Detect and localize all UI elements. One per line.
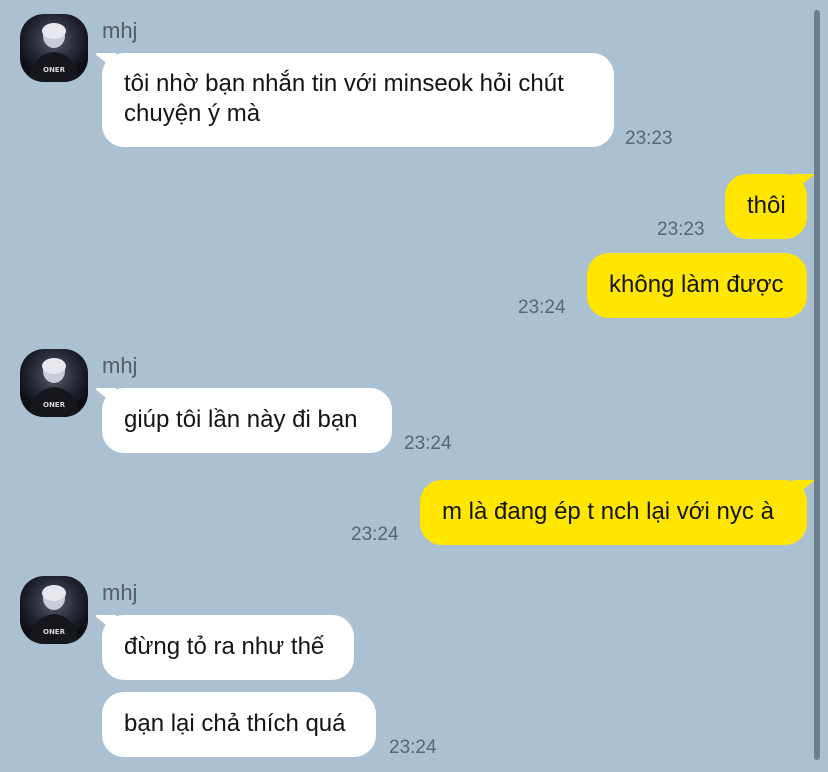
sender-name: mhj <box>102 353 138 378</box>
incoming-message[interactable]: giúp tôi lần này đi bạn <box>102 388 392 453</box>
avatar-caption: ONER <box>43 66 66 74</box>
profile-photo-icon: ONER <box>28 585 80 644</box>
incoming-message[interactable]: đừng tỏ ra như thế <box>102 615 354 680</box>
chat-room: ONER mhj tôi nhờ bạn nhắn tin với minseo… <box>0 0 828 772</box>
profile-photo-icon: ONER <box>28 358 80 417</box>
message-time: 23:24 <box>404 433 452 454</box>
scrollbar[interactable] <box>814 10 820 760</box>
contact-avatar[interactable]: ONER <box>20 576 88 644</box>
message-text-line: tôi nhờ bạn nhắn tin với minseok hỏi chú… <box>124 70 564 97</box>
message-time: 23:24 <box>518 297 566 318</box>
outgoing-message[interactable]: không làm được <box>587 253 807 318</box>
sender-name: mhj <box>102 18 138 43</box>
message-time: 23:23 <box>657 219 705 240</box>
outgoing-message[interactable]: thôi <box>725 174 807 239</box>
avatar-caption: ONER <box>43 401 66 409</box>
message-time: 23:24 <box>389 737 437 758</box>
message-time: 23:24 <box>351 524 399 545</box>
outgoing-message[interactable]: m là đang ép t nch lại với nyc à <box>420 480 807 545</box>
contact-avatar[interactable]: ONER <box>20 14 88 82</box>
contact-avatar[interactable]: ONER <box>20 349 88 417</box>
incoming-message[interactable]: bạn lại chả thích quá <box>102 692 376 757</box>
message-time: 23:23 <box>625 128 673 149</box>
incoming-message[interactable]: tôi nhờ bạn nhắn tin với minseok hỏi chú… <box>102 53 614 147</box>
profile-photo-icon: ONER <box>28 23 80 82</box>
sender-name: mhj <box>102 580 138 605</box>
avatar-caption: ONER <box>43 628 66 636</box>
message-text-line: chuyện ý mà <box>124 100 261 127</box>
